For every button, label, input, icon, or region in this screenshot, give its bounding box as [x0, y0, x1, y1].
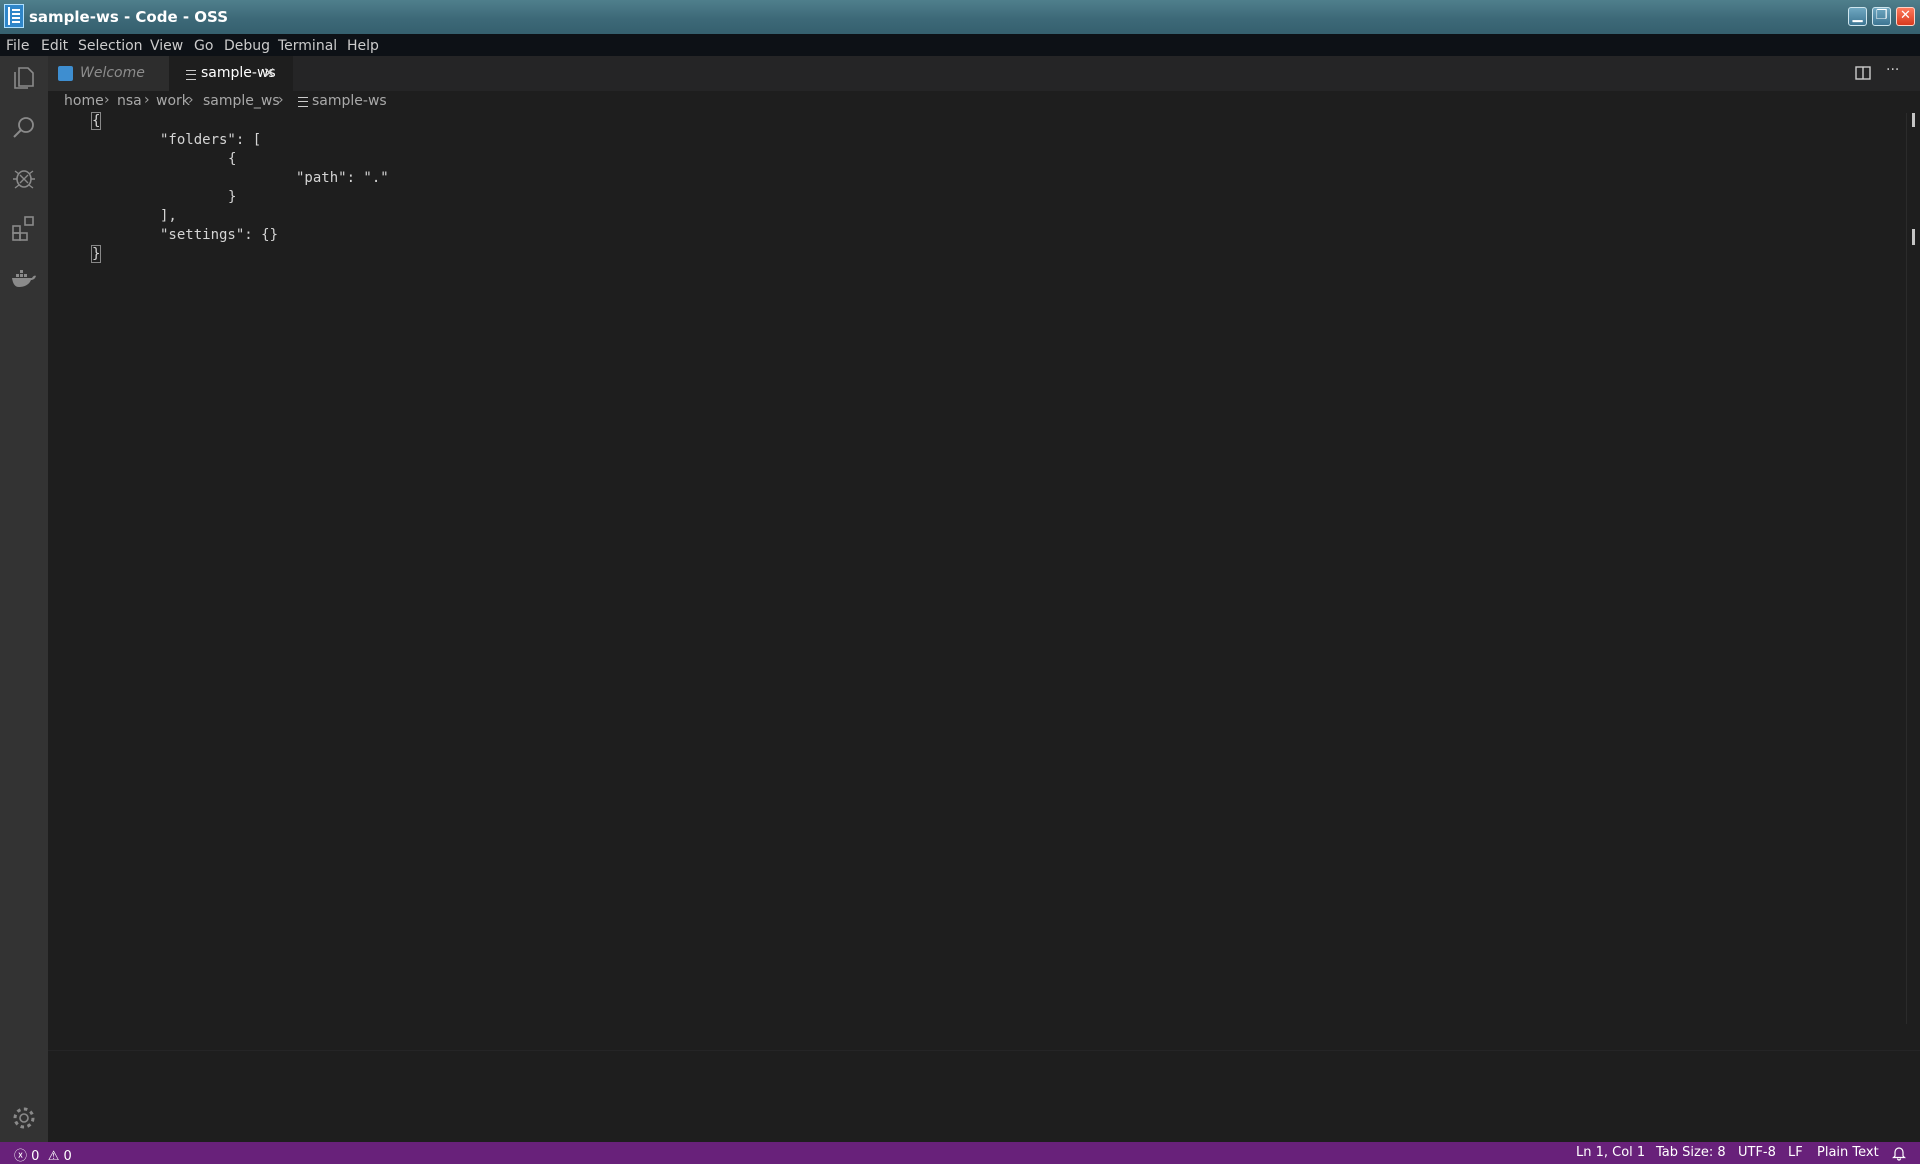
chevron-right-icon: › — [104, 92, 110, 108]
close-window-button[interactable]: ✕ — [1896, 7, 1915, 26]
code-line-6: ], — [160, 208, 177, 224]
search-icon[interactable] — [10, 114, 38, 142]
minimize-button[interactable]: ▁ — [1848, 7, 1867, 26]
editor-scrollbar[interactable] — [1906, 113, 1920, 1024]
end-of-line[interactable]: LF — [1788, 1145, 1803, 1160]
menu-go[interactable]: Go — [194, 38, 213, 54]
cursor-position[interactable]: Ln 1, Col 1 — [1576, 1145, 1645, 1160]
tab-sample-ws[interactable]: sample-ws ✕ — [169, 56, 293, 91]
chevron-right-icon: › — [188, 92, 194, 108]
code-line-5: } — [228, 189, 237, 205]
problems-indicator[interactable]: ⓧ 0 ⚠ 0 — [14, 1145, 72, 1164]
file-lines-icon — [298, 97, 308, 107]
error-icon: ⓧ — [14, 1149, 28, 1164]
code-line-8: } — [90, 245, 102, 263]
menu-view[interactable]: View — [150, 38, 183, 54]
code-line-7: "settings": {} — [160, 227, 279, 243]
panel-area — [48, 1050, 1920, 1143]
menu-file[interactable]: File — [6, 38, 29, 54]
docker-icon[interactable] — [10, 264, 38, 292]
menu-debug[interactable]: Debug — [224, 38, 270, 54]
extensions-icon[interactable] — [10, 214, 38, 242]
status-bar: ⓧ 0 ⚠ 0 Ln 1, Col 1 Tab Size: 8 UTF-8 LF… — [0, 1142, 1920, 1164]
breadcrumb-home[interactable]: home — [64, 93, 104, 109]
gear-icon[interactable] — [10, 1104, 38, 1132]
menu-bar: File Edit Selection View Go Debug Termin… — [0, 34, 1920, 56]
menu-help[interactable]: Help — [347, 38, 379, 54]
files-icon[interactable] — [10, 64, 38, 92]
file-lines-icon — [186, 70, 196, 80]
menu-terminal[interactable]: Terminal — [278, 38, 337, 54]
tab-bar: Welcome sample-ws ✕ ··· — [48, 56, 1920, 91]
encoding[interactable]: UTF-8 — [1738, 1145, 1776, 1160]
error-count: 0 — [31, 1149, 40, 1164]
chevron-right-icon: › — [278, 92, 284, 108]
code-line-2: "folders": [ — [160, 132, 262, 148]
warning-count: 0 — [63, 1149, 72, 1164]
menu-edit[interactable]: Edit — [41, 38, 68, 54]
debug-icon[interactable] — [10, 164, 38, 192]
title-bar: sample-ws - Code - OSS ▁ ❐ ✕ — [0, 0, 1920, 35]
bracket-scroll-marker — [1912, 229, 1915, 245]
more-actions-icon[interactable]: ··· — [1886, 62, 1899, 78]
breadcrumb-work[interactable]: work — [156, 93, 190, 109]
code-line-4: "path": "." — [296, 170, 389, 186]
warning-icon: ⚠ — [43, 1149, 60, 1164]
cursor-scroll-marker — [1912, 113, 1915, 127]
breadcrumb: home › nsa › work › sample_ws › sample-w… — [48, 91, 1920, 113]
tab-welcome-label: Welcome — [80, 65, 145, 81]
tab-welcome[interactable]: Welcome — [48, 56, 169, 91]
code-line-3: { — [228, 151, 237, 167]
bell-icon[interactable] — [1891, 1145, 1907, 1161]
app-icon — [4, 4, 24, 28]
vscode-icon — [58, 66, 73, 81]
window-title: sample-ws - Code - OSS — [29, 8, 228, 26]
code-line-1: { — [90, 112, 102, 130]
code-editor[interactable]: { "folders": [ { "path": "." } ], "setti… — [48, 112, 1906, 1050]
breadcrumb-sample-ws-folder[interactable]: sample_ws — [203, 93, 280, 109]
menu-selection[interactable]: Selection — [78, 38, 143, 54]
restore-button[interactable]: ❐ — [1872, 7, 1891, 26]
split-editor-icon[interactable] — [1853, 63, 1873, 83]
activity-bar — [0, 56, 48, 1142]
tab-size[interactable]: Tab Size: 8 — [1656, 1145, 1726, 1160]
language-mode[interactable]: Plain Text — [1817, 1145, 1879, 1160]
chevron-right-icon: › — [144, 92, 150, 108]
breadcrumb-sample-ws-file[interactable]: sample-ws — [312, 93, 387, 109]
breadcrumb-nsa[interactable]: nsa — [117, 93, 142, 109]
close-tab-icon[interactable]: ✕ — [263, 56, 276, 91]
